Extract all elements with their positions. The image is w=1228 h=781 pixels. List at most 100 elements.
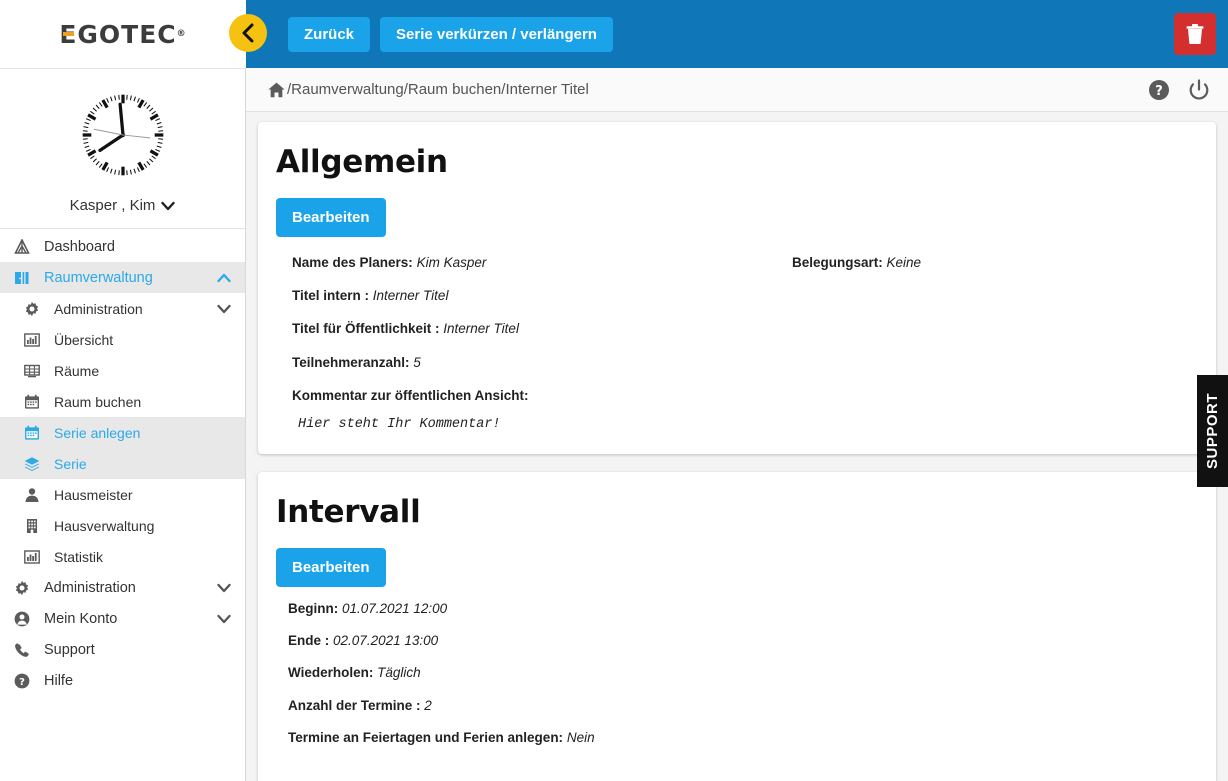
field-row: Name des Planers: Kim Kasper — [292, 255, 752, 271]
gear-icon — [25, 301, 39, 316]
chevron-down-icon — [217, 583, 231, 592]
field-label: Anzahl der Termine : — [288, 697, 421, 713]
sidebar-item-bersicht[interactable]: Übersicht — [0, 324, 245, 355]
field-label: Belegungsart: — [792, 255, 883, 270]
sidebar-item-label: Support — [44, 641, 95, 658]
grid-icon — [24, 363, 46, 379]
chevron-up-icon — [217, 273, 231, 282]
field-value: Interner Titel — [443, 321, 519, 337]
sidebar-item-label: Administration — [44, 579, 136, 596]
field-label: Kommentar zur öffentlichen Ansicht: — [292, 387, 529, 403]
chart-icon — [24, 332, 40, 347]
card-intervall: Intervall Bearbeiten Beginn: 01.07.2021 12… — [258, 471, 1216, 781]
user-menu[interactable]: Kasper , Kim — [70, 197, 176, 214]
field-label: Beginn: — [288, 600, 339, 616]
field-value: Keine — [886, 255, 922, 270]
chevron-up-icon[interactable] — [217, 273, 231, 283]
sidebar-item-mein-konto[interactable]: Mein Konto — [0, 603, 245, 634]
sidebar-item-label: Hausverwaltung — [54, 517, 155, 534]
sidebar-item-label: Serie — [54, 455, 87, 472]
fields-right-column: Belegungsart: Keine — [752, 255, 1198, 432]
sidebar-item-dashboard[interactable]: Dashboard — [0, 231, 245, 262]
logo-accent-bar — [63, 31, 75, 36]
sidebar-item-r-ume[interactable]: Räume — [0, 355, 245, 386]
phone-icon — [14, 642, 36, 658]
series-extend-shorten-button[interactable]: Serie verkürzen / verlängern — [380, 16, 613, 52]
card-fields: Name des Planers: Kim Kasper Titel intern… — [258, 255, 1216, 432]
home-icon — [268, 82, 285, 97]
card-fields: Beginn: 01.07.2021 12:00 Ende : 02.07.202… — [258, 601, 1216, 762]
layers-icon — [24, 456, 40, 471]
door-icon — [14, 270, 36, 286]
support-tab[interactable]: SUPPORT — [1197, 375, 1228, 487]
field-row: Anzahl der Termine : 2 — [288, 698, 748, 714]
field-value: 02.07.2021 13:00 — [333, 633, 439, 649]
user-circle-icon — [14, 611, 30, 626]
sidebar-item-serie[interactable]: Serie — [0, 448, 245, 479]
grid-icon — [24, 364, 40, 377]
support-tab-label: SUPPORT — [1204, 392, 1221, 469]
app-root: EGOTEC ® Zurück Serie verkürzen / verlän… — [0, 0, 1228, 781]
breadcrumb[interactable]: /Raumverwaltung/Raum buchen/Interner Tit… — [268, 81, 589, 98]
door-icon — [15, 271, 29, 284]
chevron-down-icon[interactable] — [217, 304, 231, 314]
user-block: Kasper , Kim — [0, 69, 245, 229]
fields-left-column: Name des Planers: Kim Kasper Titel intern… — [292, 255, 752, 432]
tent-icon — [14, 238, 30, 254]
svg-text:?: ? — [19, 677, 25, 688]
card-allgemein: Allgemein Bearbeiten Name des Planers: Kim… — [258, 122, 1216, 454]
delete-button[interactable] — [1174, 13, 1216, 55]
sidebar-item-raumverwaltung[interactable]: Raumverwaltung — [0, 262, 245, 293]
logo-wordmark: EGOTEC — [59, 19, 177, 49]
field-row: Titel intern : Interner Titel — [292, 288, 752, 304]
sidebar-item-support[interactable]: Support — [0, 634, 245, 665]
sidebar-item-label: Raum buchen — [54, 393, 142, 410]
field-label: Teilnehmeranzahl: — [292, 354, 410, 370]
sidebar-item-label: Übersicht — [54, 331, 114, 348]
edit-button[interactable]: Bearbeiten — [276, 198, 386, 237]
sidebar: Kasper , Kim Dashboard Raumverwaltung Admi… — [0, 68, 246, 781]
calendar-icon — [24, 425, 46, 441]
field-label: Termine an Feiertagen und Ferien anlegen… — [288, 729, 564, 745]
field-row: Termine an Feiertagen und Ferien anlegen… — [288, 730, 748, 746]
field-value: Kim Kasper — [416, 255, 487, 270]
sidebar-item-label: Hausmeister — [54, 486, 133, 503]
chevron-down-icon[interactable] — [217, 614, 231, 624]
sidebar-item-statistik[interactable]: Statistik — [0, 541, 245, 572]
svg-text:?: ? — [1155, 84, 1163, 99]
power-icon[interactable] — [1188, 78, 1210, 101]
sidebar-item-hilfe[interactable]: ? Hilfe — [0, 665, 245, 696]
sidebar-item-hausmeister[interactable]: Hausmeister — [0, 479, 245, 510]
breadcrumb-path: /Raumverwaltung/Raum buchen/Interner Tit… — [287, 81, 589, 98]
building-icon — [24, 518, 46, 534]
calendar-icon — [24, 394, 46, 410]
sidebar-item-raum-buchen[interactable]: Raum buchen — [0, 386, 245, 417]
chevron-down-icon — [217, 304, 231, 313]
user-name-label: Kasper , Kim — [69, 197, 156, 214]
building-icon — [27, 518, 37, 533]
person-icon — [25, 487, 39, 502]
breadcrumb-actions: ? — [1148, 78, 1210, 101]
sidebar-item-administration[interactable]: Administration — [0, 293, 245, 324]
edit-button[interactable]: Bearbeiten — [276, 547, 386, 587]
field-value: 01.07.2021 12:00 — [342, 600, 448, 616]
sidebar-item-administration[interactable]: Administration — [0, 572, 245, 603]
sidebar-item-hausverwaltung[interactable]: Hausverwaltung — [0, 510, 245, 541]
sidebar-collapse-button[interactable] — [229, 14, 267, 52]
phone-icon — [15, 642, 29, 657]
sidebar-item-label: Statistik — [54, 548, 104, 565]
back-button[interactable]: Zurück — [288, 16, 371, 52]
clock-icon — [82, 94, 163, 176]
chevron-down-icon[interactable] — [217, 583, 231, 593]
field-value: 5 — [413, 354, 421, 370]
chart-icon — [24, 549, 46, 565]
field-row: Wiederholen: Täglich — [288, 665, 748, 681]
calendar-icon — [25, 425, 39, 440]
field-row: Teilnehmeranzahl: 5 — [292, 355, 752, 371]
field-row: Titel für Öffentlichkeit : Interner Tite… — [292, 321, 752, 337]
tent-icon — [14, 238, 36, 255]
help-icon[interactable]: ? — [1148, 79, 1170, 101]
chart-icon — [24, 549, 40, 564]
help-icon: ? — [14, 673, 36, 689]
sidebar-item-serie-anlegen[interactable]: Serie anlegen — [0, 417, 245, 448]
